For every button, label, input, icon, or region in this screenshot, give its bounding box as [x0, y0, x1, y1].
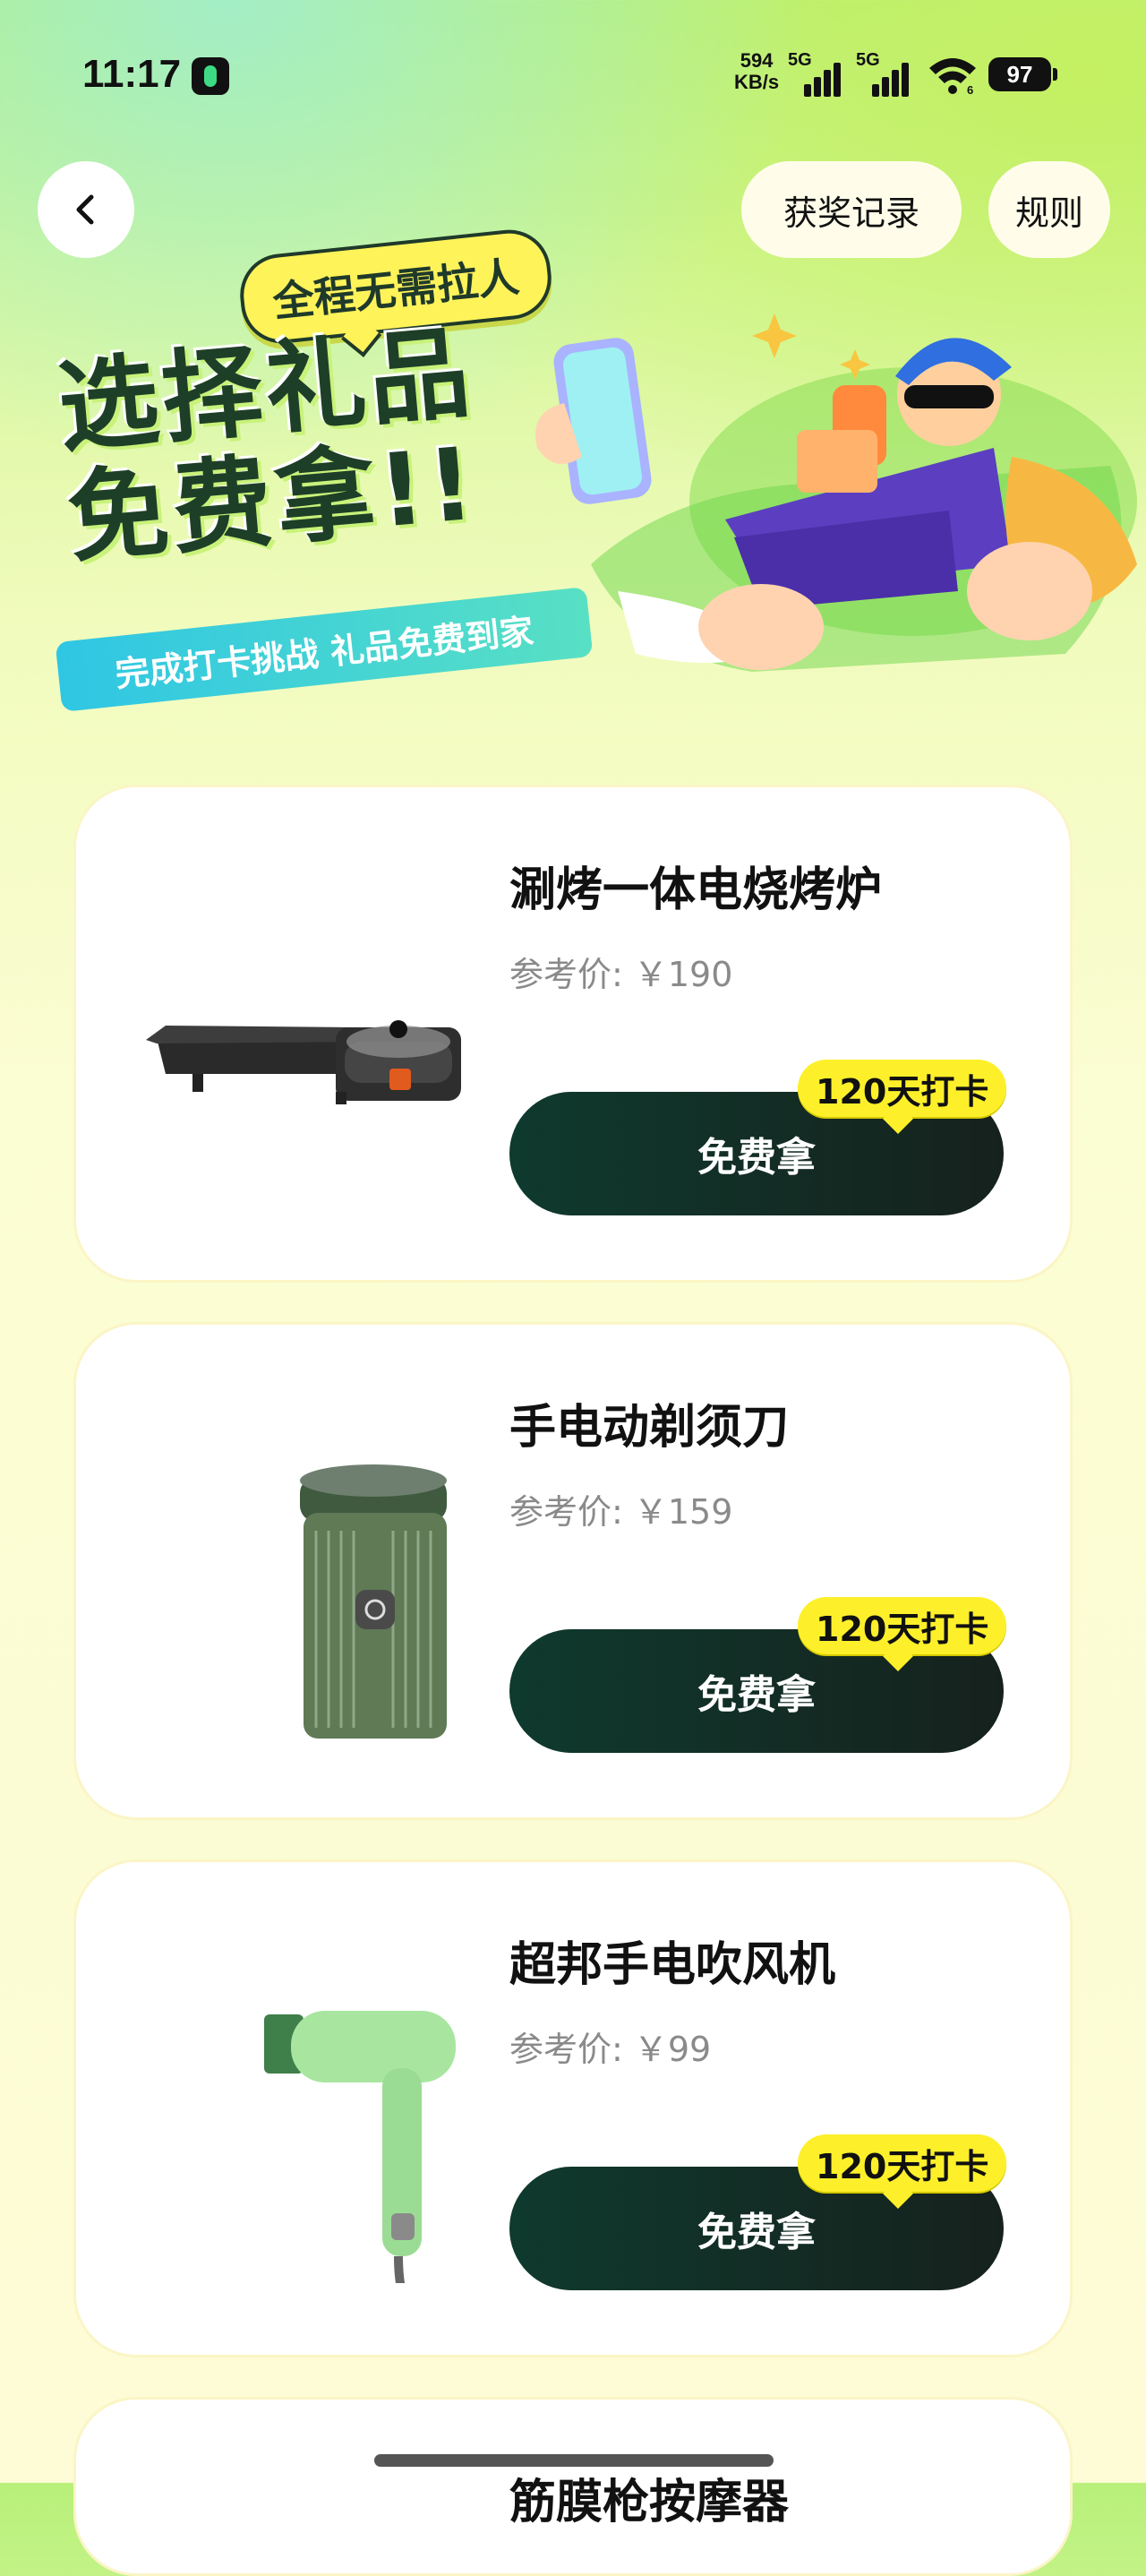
- cell-signal-label-2: 5G: [856, 50, 880, 70]
- product-name: 手电动剃须刀: [509, 1401, 790, 1455]
- wifi-level: 6: [967, 83, 973, 95]
- hero-gift-illustration: [535, 313, 1137, 672]
- product-card[interactable]: 涮烤一体电烧烤炉 参考价: ￥190 免费拿 120天打卡: [73, 785, 1073, 1283]
- product-card-partial[interactable]: 筋膜枪按摩器: [73, 2397, 1073, 2576]
- checkin-days-badge: 120天打卡: [798, 2134, 1007, 2192]
- product-name: 超邦手电吹风机: [509, 1938, 836, 1992]
- cell-signal-icon-2: 5G: [856, 50, 910, 97]
- product-card[interactable]: 超邦手电吹风机 参考价: ￥99 免费拿 120天打卡: [73, 1859, 1073, 2357]
- cell-signal-icon: 5G: [788, 50, 842, 97]
- hero-title: 选择礼品 免费拿!!: [54, 310, 572, 577]
- back-button[interactable]: [38, 161, 134, 258]
- product-image-hairdryer: [264, 2011, 456, 2283]
- notification-app-icon: [192, 57, 229, 95]
- product-price: 参考价: ￥99: [509, 2030, 712, 2069]
- network-speed: 594 KB/s: [734, 50, 779, 93]
- rules-button[interactable]: 规则: [988, 161, 1110, 258]
- product-image-grill: [146, 1020, 461, 1104]
- home-indicator[interactable]: [374, 2454, 774, 2467]
- prize-records-button[interactable]: 获奖记录: [741, 161, 962, 258]
- cell-signal-label: 5G: [788, 50, 812, 70]
- network-speed-unit: KB/s: [734, 71, 780, 93]
- product-name: 筋膜枪按摩器: [509, 2476, 790, 2529]
- product-card[interactable]: 手电动剃须刀 参考价: ￥159 免费拿 120天打卡: [73, 1322, 1073, 1820]
- status-time: 11:17: [82, 52, 182, 96]
- checkin-days-badge: 120天打卡: [798, 1060, 1007, 1117]
- product-image-shaver: [300, 1464, 447, 1739]
- product-name: 涮烤一体电烧烤炉: [509, 863, 883, 917]
- chevron-left-icon: [76, 194, 94, 225]
- product-price: 参考价: ￥159: [509, 1492, 733, 1532]
- product-price: 参考价: ￥190: [509, 955, 733, 994]
- battery-indicator: 97: [988, 57, 1057, 91]
- network-speed-value: 594: [740, 49, 774, 72]
- checkin-days-badge: 120天打卡: [798, 1597, 1007, 1654]
- status-bar: 11:17 594 KB/s 5G 5G 6 97: [0, 0, 1146, 143]
- wifi-icon: 6: [929, 58, 976, 95]
